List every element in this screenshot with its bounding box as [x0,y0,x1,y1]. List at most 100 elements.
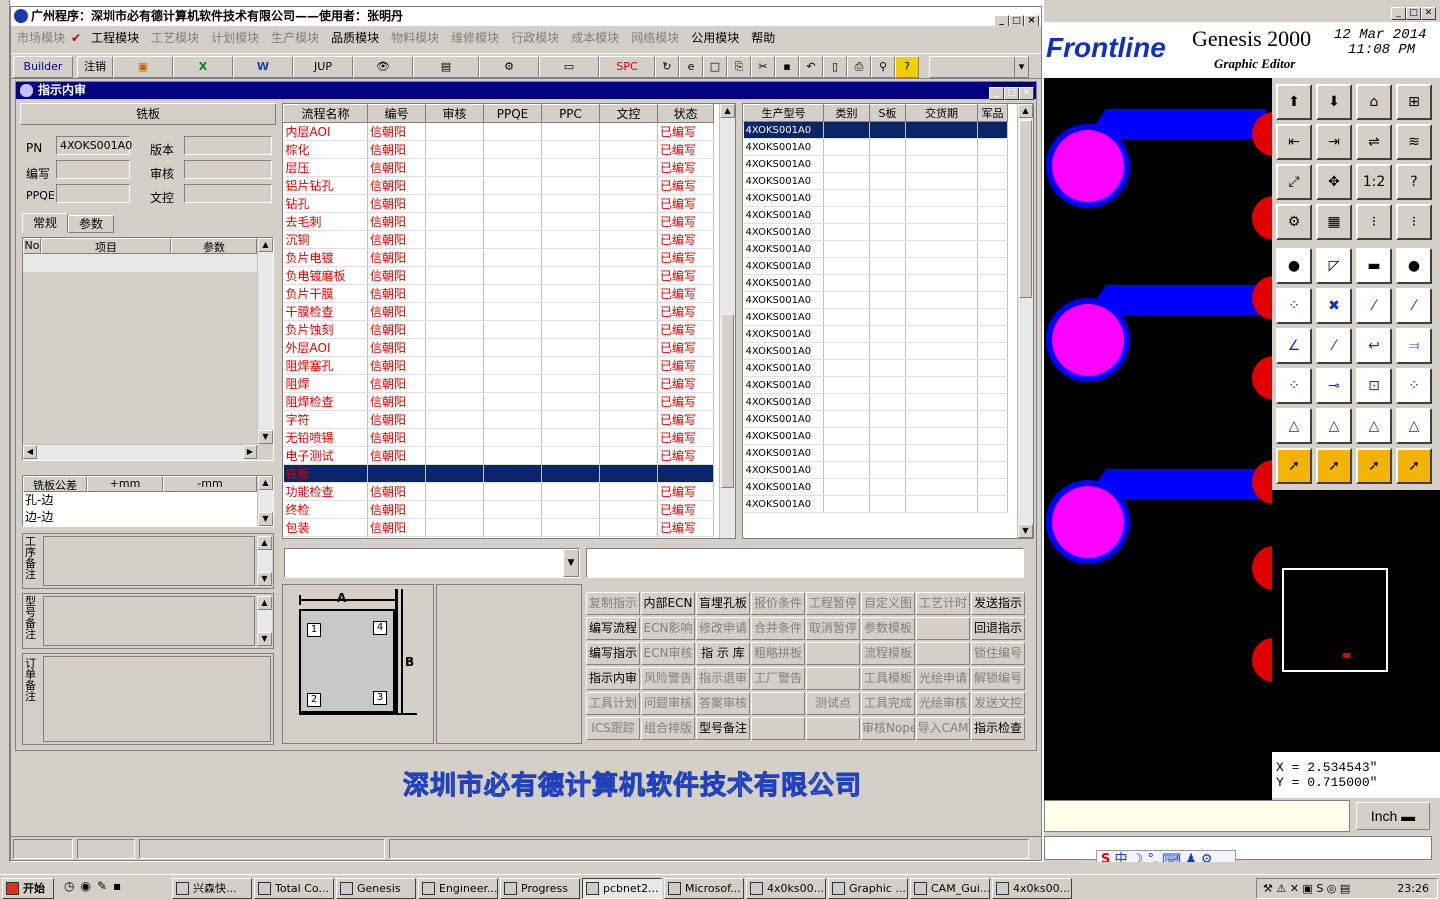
model-row[interactable]: 4XOKS001A0 [743,325,1008,343]
genesis-tool-icon-5[interactable]: ⇥ [1316,124,1352,160]
genesis-tool-icon-9[interactable]: ✥ [1316,164,1352,200]
genesis-tool-icon-36[interactable]: ➚ [1276,448,1312,484]
model-row[interactable]: 4XOKS001A0 [743,138,1008,156]
action-button-1-4[interactable]: 取消暂停 [806,617,860,640]
genesis-tool-icon-10[interactable]: 1:2 [1356,164,1392,200]
model-col-4[interactable]: 军品 [977,104,1008,122]
action-button-0-6[interactable]: 工艺计时 [916,592,970,615]
undo-icon[interactable]: ↶ [799,56,823,78]
flow-col-1[interactable]: 编号 [367,104,426,123]
taskbar-task-10[interactable]: 4x0ks00... [992,878,1072,899]
action-button-3-2[interactable]: 指示退审 [696,667,750,690]
tab-general[interactable]: 常规 [22,213,68,233]
copy-icon[interactable]: ⎘ [727,56,751,78]
action-button-1-6[interactable] [916,617,970,640]
menu-item-8[interactable]: 行政模块 [505,26,565,49]
tab-params[interactable]: 参数 [68,215,114,233]
model-col-1[interactable]: 类别 [823,104,870,122]
model-scroll-up-icon[interactable]: ▲ [1018,104,1033,118]
genesis-tool-icon-0[interactable]: ⬆ [1276,84,1312,120]
action-button-0-7[interactable]: 发送指示 [971,592,1025,615]
action-button-2-5[interactable]: 流程模板 [861,642,915,665]
menu-item-0[interactable]: 市场模块 [11,26,71,49]
action-button-3-1[interactable]: 风险警告 [641,667,695,690]
taskbar-task-4[interactable]: Progress [500,878,580,899]
tray-icons[interactable]: ⚒ ⚠ ✕ ▣ S ◎ ▤ [1257,882,1350,895]
mn-scroll-up-icon[interactable]: ▲ [257,596,272,610]
genesis-tool-icon-30[interactable]: ⊡ [1356,368,1392,404]
logout-button[interactable]: 注销 [77,56,113,78]
genesis-close-button[interactable]: ✕ [1421,7,1436,20]
action-button-2-3[interactable]: 粗略拼板 [751,642,805,665]
action-button-0-0[interactable]: 复制指示 [586,592,640,615]
model-row[interactable]: 4XOKS001A0 [743,121,1008,139]
flow-scroll-up-icon[interactable]: ▲ [720,104,735,118]
model-row[interactable]: 4XOKS001A0 [743,444,1008,462]
menu-item-3[interactable]: 计划模块 [205,26,265,49]
taskbar-task-7[interactable]: 4x0ks00... [746,878,826,899]
pn-scroll-down-icon[interactable]: ▼ [257,572,272,586]
action-button-2-4[interactable] [806,642,860,665]
menu-item-11[interactable]: 公用模块 [685,26,745,49]
taskbar-task-2[interactable]: Genesis [336,878,416,899]
param-hscroll[interactable]: ◀ ▶ [23,444,257,460]
action-button-2-6[interactable] [916,642,970,665]
jup-button[interactable]: JUP [293,56,353,78]
action-button-3-0[interactable]: 指示内审 [586,667,640,690]
genesis-tool-icon-24[interactable]: ∠ [1276,328,1312,364]
action-button-2-0[interactable]: 编写指示 [586,642,640,665]
preview-icon[interactable]: ▯ [823,56,847,78]
genesis-tool-icon-31[interactable]: ⁘ [1396,368,1432,404]
menu-item-7[interactable]: 维修模块 [445,26,505,49]
flow-row[interactable]: 钻孔 信朝阳 已编写 [283,194,714,213]
tol-scroll-up-icon[interactable]: ▲ [258,476,273,490]
flow-col-3[interactable]: PPQE [483,104,542,123]
builder-button[interactable]: Builder [13,56,73,78]
flow-row[interactable]: 成品仓信朝阳 已编写 [283,536,714,538]
action-button-1-0[interactable]: 编写流程 [586,617,640,640]
mn-scroll-down-icon[interactable]: ▼ [257,632,272,646]
ql-app-icon[interactable]: ◉ [80,879,90,897]
scroll-down-icon[interactable]: ▼ [258,430,273,444]
model-row[interactable]: 4XOKS001A0 [743,461,1008,479]
param-vscroll[interactable]: ▲ ▼ [257,238,273,444]
model-note-field[interactable] [43,596,255,646]
flow-col-4[interactable]: PPC [541,104,600,123]
action-button-3-3[interactable]: 工厂警告 [751,667,805,690]
author-field[interactable] [56,160,130,179]
help-icon[interactable]: ? [895,56,919,78]
model-row[interactable]: 4XOKS001A0 [743,257,1008,275]
inner-close-button[interactable]: ✕ [1019,87,1034,100]
action-button-0-1[interactable]: 内部ECN [641,592,695,615]
model-col-3[interactable]: 交货期 [905,104,978,122]
model-row[interactable]: 4XOKS001A0 [743,240,1008,258]
genesis-maximize-button[interactable]: □ [1406,7,1421,20]
action-button-4-6[interactable]: 光绘审核 [916,692,970,715]
model-row[interactable]: 4XOKS001A0 [743,155,1008,173]
genesis-tool-icon-39[interactable]: ➚ [1396,448,1432,484]
flow-row[interactable]: 铝片钻孔 信朝阳 已编写 [283,176,714,195]
model-row[interactable]: 4XOKS001A0 [743,274,1008,292]
ql-save-icon[interactable]: ▪ [113,879,121,897]
action-button-4-2[interactable]: 答案审核 [696,692,750,715]
word-icon[interactable]: W [233,56,293,78]
genesis-tool-icon-23[interactable]: ⁄ [1396,288,1432,324]
flow-row[interactable]: 阻焊塞孔 信朝阳 已编写 [283,356,714,375]
genesis-tool-icon-7[interactable]: ≋ [1396,124,1432,160]
model-row[interactable]: 4XOKS001A0 [743,189,1008,207]
command-input[interactable] [1044,800,1350,832]
order-note-field[interactable] [43,656,271,742]
action-button-1-7[interactable]: 回退指示 [971,617,1025,640]
action-button-4-5[interactable]: 工具完成 [861,692,915,715]
version-field[interactable] [184,136,272,155]
flow-row[interactable]: 终检 信朝阳 已编写 [283,500,714,519]
start-button[interactable]: 开始 [2,878,54,899]
genesis-tool-icon-13[interactable]: ▦ [1316,204,1352,240]
print-icon[interactable]: ⎙ [847,56,871,78]
model-vscroll[interactable]: ▲ ▼ [1017,104,1033,538]
spc-button[interactable]: SPC [599,56,655,78]
model-row[interactable]: 4XOKS001A0 [743,359,1008,377]
action-button-2-7[interactable]: 锁住编号 [971,642,1025,665]
action-button-1-5[interactable]: 参数模板 [861,617,915,640]
genesis-tool-icon-22[interactable]: ⁄ [1356,288,1392,324]
